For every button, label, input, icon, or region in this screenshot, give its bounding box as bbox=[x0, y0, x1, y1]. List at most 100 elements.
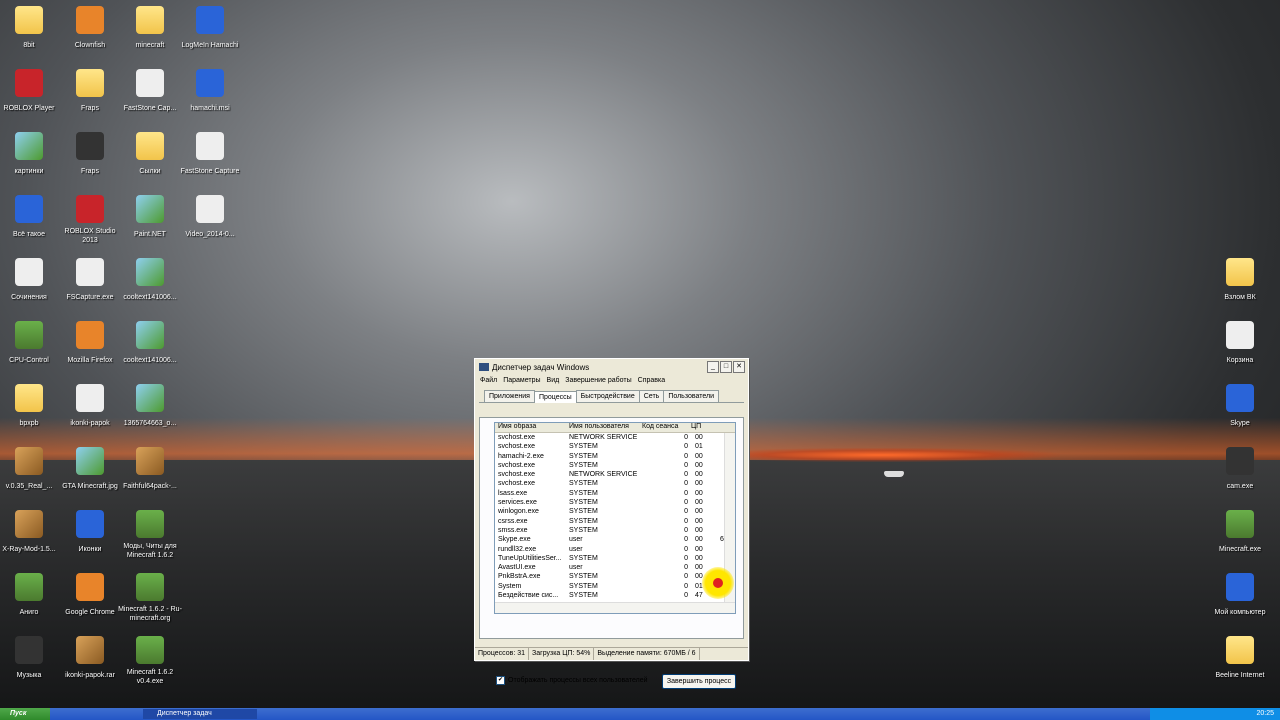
process-list[interactable]: Имя образа Имя пользователя Код сеанса Ц… bbox=[494, 422, 736, 614]
column-user-name[interactable]: Имя пользователя bbox=[566, 423, 639, 432]
task-manager-window[interactable]: Диспетчер задач Windows _ □ ✕ Файл Парам… bbox=[474, 358, 749, 689]
column-image-name[interactable]: Имя образа bbox=[495, 423, 566, 432]
tab-users[interactable]: Пользователи bbox=[663, 390, 720, 402]
faststone-icon bbox=[136, 69, 164, 97]
desktop-icon[interactable]: Взлом ВК bbox=[1208, 258, 1272, 304]
process-row[interactable]: lsass.exe SYSTEM 0 00 bbox=[495, 489, 735, 498]
desktop-icon[interactable]: CPU-Control bbox=[0, 321, 61, 367]
tab-applications[interactable]: Приложения bbox=[484, 390, 535, 402]
process-row[interactable]: svchost.exe SYSTEM 0 01 bbox=[495, 442, 735, 451]
window-titlebar[interactable]: Диспетчер задач Windows _ □ ✕ bbox=[475, 359, 748, 375]
desktop-icon[interactable]: Beeline Internet bbox=[1208, 636, 1272, 682]
tab-processes[interactable]: Процессы bbox=[533, 391, 577, 403]
tray-clock[interactable]: 20:25 bbox=[1256, 710, 1274, 717]
desktop-icon[interactable]: 8bit bbox=[0, 6, 61, 52]
menu-options[interactable]: Параметры bbox=[503, 377, 540, 384]
menu-file[interactable]: Файл bbox=[480, 377, 497, 384]
process-row[interactable]: System SYSTEM 0 01 bbox=[495, 582, 735, 591]
process-row[interactable]: services.exe SYSTEM 0 00 bbox=[495, 498, 735, 507]
desktop-icon[interactable]: Сылки bbox=[118, 132, 182, 178]
desktop-icon-label: Clownfish bbox=[74, 42, 106, 49]
desktop-icon[interactable]: hamachi.msi bbox=[178, 69, 242, 115]
process-row[interactable]: Skype.exe user 0 00 6 bbox=[495, 535, 735, 544]
column-cpu[interactable]: ЦП bbox=[688, 423, 713, 432]
desktop-icon-label: Paint.NET bbox=[134, 231, 166, 238]
desktop-icon[interactable]: Всё такое bbox=[0, 195, 61, 241]
desktop-icon[interactable]: Музыка bbox=[0, 636, 61, 682]
desktop-icon[interactable]: Faithful64pack-... bbox=[118, 447, 182, 493]
minimize-button[interactable]: _ bbox=[707, 361, 719, 373]
process-row[interactable]: PnkBstrA.exe SYSTEM 0 00 bbox=[495, 572, 735, 581]
menu-shutdown[interactable]: Завершение работы bbox=[565, 377, 631, 384]
menu-help[interactable]: Справка bbox=[638, 377, 665, 384]
folder-icon bbox=[15, 6, 43, 34]
process-row[interactable]: csrss.exe SYSTEM 0 00 bbox=[495, 517, 735, 526]
desktop-icon[interactable]: Google Chrome bbox=[58, 573, 122, 619]
horizontal-scrollbar[interactable] bbox=[495, 602, 735, 613]
column-session-id[interactable]: Код сеанса bbox=[639, 423, 688, 432]
process-row[interactable]: smss.exe SYSTEM 0 00 bbox=[495, 526, 735, 535]
desktop-icon[interactable]: Корзина bbox=[1208, 321, 1272, 367]
process-user-name: SYSTEM bbox=[569, 489, 598, 497]
tab-performance[interactable]: Быстродействие bbox=[575, 390, 640, 402]
desktop-icon[interactable]: Video_2014-0... bbox=[178, 195, 242, 241]
tab-network[interactable]: Сеть bbox=[638, 390, 665, 402]
desktop-icon[interactable]: GTA Minecraft.jpg bbox=[58, 447, 122, 493]
close-button[interactable]: ✕ bbox=[733, 361, 745, 373]
desktop-icon[interactable]: Clownfish bbox=[58, 6, 122, 52]
desktop-icon[interactable]: Fraps bbox=[58, 69, 122, 115]
desktop-icon[interactable]: ROBLOX Studio 2013 bbox=[58, 195, 122, 247]
process-row[interactable]: svchost.exe SYSTEM 0 00 bbox=[495, 461, 735, 470]
desktop-icon[interactable]: FastStone Capture bbox=[178, 132, 242, 178]
process-row[interactable]: Бездействие сис... SYSTEM 0 47 bbox=[495, 591, 735, 600]
desktop-icon[interactable]: minecraft bbox=[118, 6, 182, 52]
desktop-icon[interactable]: cooltext141006... bbox=[118, 321, 182, 367]
desktop-icon[interactable]: картинки bbox=[0, 132, 61, 178]
desktop-icon[interactable]: Fraps bbox=[58, 132, 122, 178]
maximize-button[interactable]: □ bbox=[720, 361, 732, 373]
desktop-icon[interactable]: v.0.35_Real_... bbox=[0, 447, 61, 493]
desktop-icon[interactable]: Minecraft 1.6.2 v0.4.exe bbox=[118, 636, 182, 688]
menu-view[interactable]: Вид bbox=[547, 377, 560, 384]
end-process-button[interactable]: Завершить процесс bbox=[662, 674, 736, 689]
desktop-icon[interactable]: bpxpb bbox=[0, 384, 61, 430]
desktop-icon[interactable]: Skype bbox=[1208, 384, 1272, 430]
desktop-icon[interactable]: Мой компьютер bbox=[1208, 573, 1272, 619]
desktop-icon[interactable]: LogMeIn Hamachi bbox=[178, 6, 242, 52]
process-row[interactable]: svchost.exe NETWORK SERVICE 0 00 bbox=[495, 470, 735, 479]
desktop-icon[interactable]: cooltext141006... bbox=[118, 258, 182, 304]
desktop-icon[interactable]: Аниго bbox=[0, 573, 61, 619]
desktop-icon[interactable]: Моды, Читы для Minecraft 1.6.2 bbox=[118, 510, 182, 562]
desktop-icon[interactable]: X-Ray-Mod-1.5... bbox=[0, 510, 61, 556]
column-memory[interactable] bbox=[713, 423, 730, 432]
start-button[interactable]: Пуск bbox=[0, 708, 50, 720]
desktop-icon[interactable]: ROBLOX Player bbox=[0, 69, 61, 115]
desktop-icon[interactable]: Minecraft.exe bbox=[1208, 510, 1272, 556]
desktop-icon[interactable]: cam.exe bbox=[1208, 447, 1272, 493]
taskbar-task-manager-button[interactable]: Диспетчер задач bbox=[143, 709, 257, 719]
desktop-icon[interactable]: Mozilla Firefox bbox=[58, 321, 122, 367]
process-row[interactable]: svchost.exe SYSTEM 0 00 bbox=[495, 479, 735, 488]
process-row[interactable]: TuneUpUtilitiesSer... SYSTEM 0 00 bbox=[495, 554, 735, 563]
process-row[interactable]: AvastUI.exe user 0 00 bbox=[495, 563, 735, 572]
show-all-users-checkbox[interactable]: ✔ bbox=[496, 676, 505, 685]
process-session-id: 0 bbox=[684, 452, 688, 460]
desktop-icon[interactable]: Сочинения bbox=[0, 258, 61, 304]
desktop-icon-label: Faithful64pack-... bbox=[123, 483, 177, 490]
desktop-icon[interactable]: Иконки bbox=[58, 510, 122, 556]
desktop-icon-label: Мой компьютер bbox=[1214, 609, 1266, 616]
process-row[interactable]: rundll32.exe user 0 00 bbox=[495, 545, 735, 554]
desktop-icon[interactable]: FastStone Cap... bbox=[118, 69, 182, 115]
process-row[interactable]: winlogon.exe SYSTEM 0 00 bbox=[495, 507, 735, 516]
show-all-users-option[interactable]: ✔ Отображать процессы всех пользователей bbox=[496, 676, 648, 685]
folder-icon bbox=[15, 384, 43, 412]
desktop-icon[interactable]: ikonki-papok.rar bbox=[58, 636, 122, 682]
process-row[interactable]: svchost.exe NETWORK SERVICE 0 00 bbox=[495, 433, 735, 442]
desktop-icon[interactable]: FSCapture.exe bbox=[58, 258, 122, 304]
desktop-icon-label: Музыка bbox=[16, 672, 42, 679]
desktop-icon[interactable]: 1365764663_o... bbox=[118, 384, 182, 430]
desktop-icon[interactable]: Paint.NET bbox=[118, 195, 182, 241]
desktop-icon[interactable]: ikonki-papok bbox=[58, 384, 122, 430]
desktop-icon[interactable]: Minecraft 1.6.2 - Ru-minecraft.org bbox=[118, 573, 182, 625]
process-row[interactable]: hamachi-2.exe SYSTEM 0 00 bbox=[495, 452, 735, 461]
